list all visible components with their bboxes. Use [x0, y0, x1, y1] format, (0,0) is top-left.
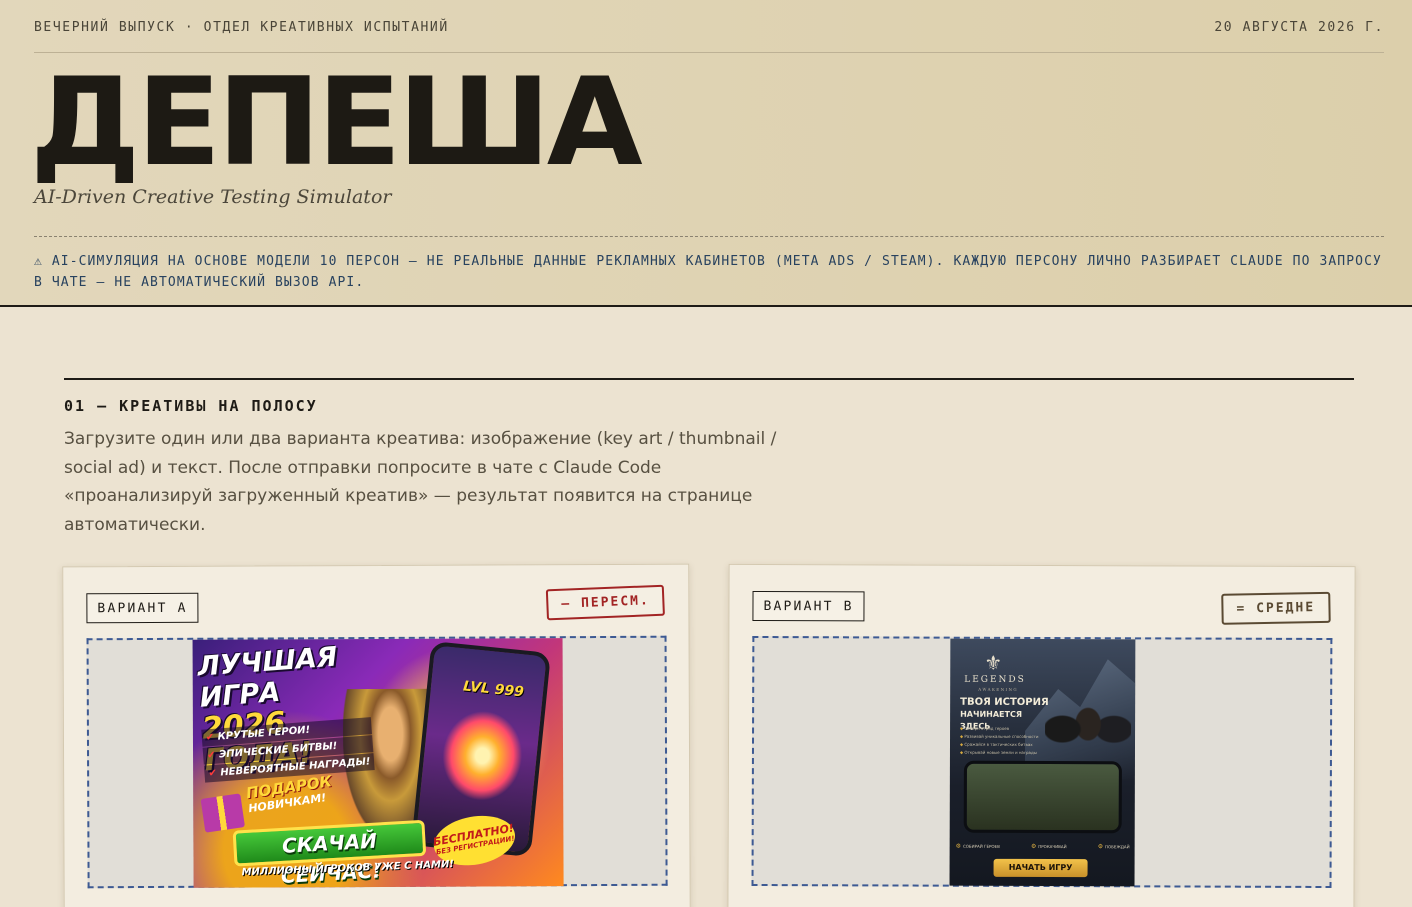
logo: ДЕПЕША — [30, 52, 643, 194]
section-title: 01 — КРЕАТИВЫ НА ПОЛОСУ — [64, 397, 318, 415]
masthead-topline: ВЕЧЕРНИЙ ВЫПУСК · ОТДЕЛ КРЕАТИВНЫХ ИСПЫТ… — [34, 0, 1384, 53]
creative-image[interactable]: LVL 999 ЛУЧШАЯ ИГРА 2026 ГОДА! КРУТЫЕ ГЕ… — [192, 638, 564, 888]
creative-cta: НАЧАТЬ ИГРУ — [993, 858, 1088, 878]
variant-card-b: ВАРИАНТ B = СРЕДНЕ ⚜ LEGENDS AWAKENING Т… — [727, 563, 1356, 907]
variant-card-a: ВАРИАНТ A – ПЕРЕСМ. LVL 999 ЛУЧШАЯ ИГРА … — [62, 563, 691, 907]
upload-dropzone[interactable]: LVL 999 ЛУЧШАЯ ИГРА 2026 ГОДА! КРУТЫЕ ГЕ… — [86, 635, 668, 889]
verdict-stamp: – ПЕРЕСМ. — [545, 584, 665, 621]
phone-mockup — [963, 760, 1122, 834]
headline-line1: ТВОЯ ИСТОРИЯ — [960, 696, 1049, 709]
emblem-icon: ⚜ — [984, 650, 1003, 675]
feature-chip: СОБИРАЙ ГЕРОЕВ — [956, 843, 1000, 850]
level-badge: LVL 999 — [462, 678, 525, 701]
feature-item: Открывай новые земли и награды — [960, 749, 1050, 757]
gift-box-icon — [200, 793, 246, 833]
game-logo-sub: AWAKENING — [978, 686, 1019, 692]
feature-list: Собери отряд героев Развивай уникальные … — [960, 725, 1050, 757]
issue-date: 20 АВГУСТА 2026 Г. — [1214, 20, 1384, 35]
disclaimer-banner: ⚠ AI-СИМУЛЯЦИЯ НА ОСНОВЕ МОДЕЛИ 10 ПЕРСО… — [34, 236, 1384, 293]
creatives-section: 01 — КРЕАТИВЫ НА ПОЛОСУ Загрузите один и… — [64, 378, 1354, 539]
creative-image[interactable]: ⚜ LEGENDS AWAKENING ТВОЯ ИСТОРИЯ НАЧИНАЕ… — [949, 638, 1136, 887]
gift-badge: ПОДАРОК НОВИЧКАМ! — [200, 772, 333, 833]
variant-label: ВАРИАНТ A — [86, 592, 199, 624]
creative-cta: СКАЧАЙ СЕЙЧАС! — [232, 819, 427, 888]
feature-chip: ПРОКАЧИВАЙ — [1031, 843, 1067, 850]
masthead: ВЕЧЕРНИЙ ВЫПУСК · ОТДЕЛ КРЕАТИВНЫХ ИСПЫТ… — [0, 0, 1412, 307]
game-logo: LEGENDS — [964, 674, 1026, 685]
upload-dropzone[interactable]: ⚜ LEGENDS AWAKENING ТВОЯ ИСТОРИЯ НАЧИНАЕ… — [751, 635, 1333, 889]
feature-chip: ПОБЕЖДАЙ — [1098, 843, 1130, 850]
section-description: Загрузите один или два варианта креатива… — [64, 429, 777, 535]
app-subtitle: AI-Driven Creative Testing Simulator — [34, 186, 392, 208]
verdict-stamp: = СРЕДНЕ — [1221, 591, 1331, 625]
edition-label: ВЕЧЕРНИЙ ВЫПУСК · ОТДЕЛ КРЕАТИВНЫХ ИСПЫТ… — [34, 20, 449, 35]
wing-art — [438, 706, 527, 805]
variant-label: ВАРИАНТ B — [752, 590, 865, 622]
headline-line1: ЛУЧШАЯ ИГРА — [196, 641, 339, 714]
feature-row: СОБИРАЙ ГЕРОЕВ ПРОКАЧИВАЙ ПОБЕЖДАЙ — [956, 843, 1130, 851]
